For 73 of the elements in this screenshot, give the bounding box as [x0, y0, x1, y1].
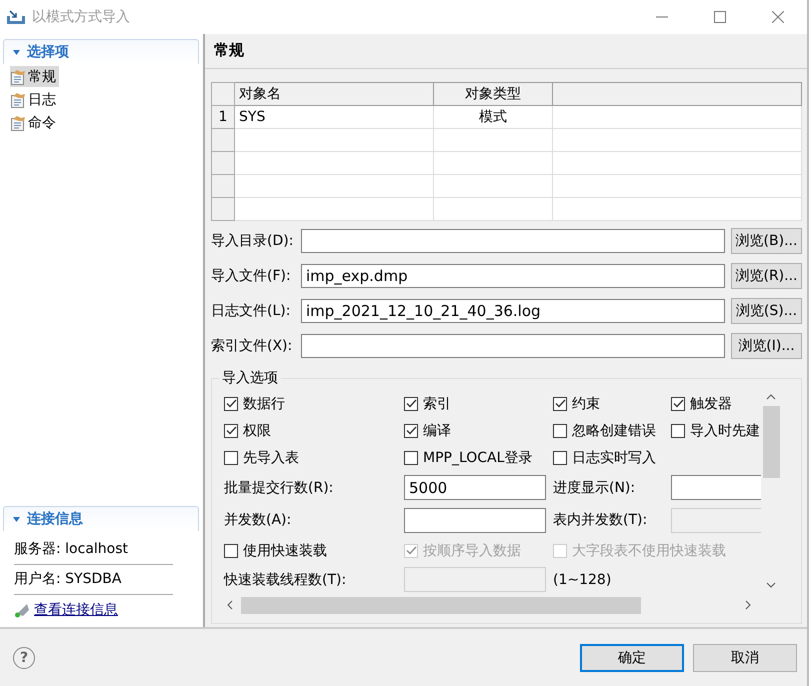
- path-field[interactable]: imp_2021_12_10_21_40_36.log: [301, 299, 725, 323]
- scroll-right-icon: [745, 600, 751, 610]
- checkbox[interactable]: 日志实时写入: [553, 448, 656, 466]
- path-field[interactable]: [301, 229, 725, 253]
- row-header[interactable]: [212, 152, 234, 174]
- column-header[interactable]: 对象类型: [434, 82, 552, 106]
- notepad-icon: [10, 92, 26, 108]
- section-header[interactable]: 选择项: [3, 39, 199, 64]
- checkbox[interactable]: MPP_LOCAL登录: [404, 448, 532, 466]
- path-field[interactable]: [301, 334, 725, 358]
- close-icon: [772, 11, 784, 23]
- satellite-dish-icon: [14, 602, 30, 618]
- input-field[interactable]: 5000: [404, 475, 546, 500]
- checkbox[interactable]: 索引: [404, 394, 451, 412]
- path-field[interactable]: imp_exp.dmp: [301, 264, 725, 288]
- checkmark-icon: [672, 399, 684, 408]
- input-field[interactable]: [404, 508, 546, 532]
- option-label: 批量提交行数(R):: [224, 478, 334, 496]
- checkbox[interactable]: 导入时先建: [671, 422, 760, 440]
- scroll-down-icon: [766, 582, 776, 588]
- notepad-icon: [10, 114, 26, 130]
- checkbox[interactable]: 权限: [224, 422, 271, 440]
- scroll-up-icon: [766, 394, 776, 400]
- browse-button[interactable]: 浏览(B)...: [731, 228, 802, 254]
- row-header[interactable]: 1: [212, 106, 234, 128]
- checkbox[interactable]: 数据行: [224, 394, 285, 412]
- checkbox[interactable]: 先导入表: [224, 448, 299, 466]
- info-text: 用户名: SYSDBA: [14, 565, 173, 595]
- import-icon: [6, 9, 26, 25]
- field-label: 导入文件(F):: [211, 267, 292, 285]
- option-label: 快速装载线程数(T):: [224, 570, 346, 588]
- row-header[interactable]: [212, 174, 234, 198]
- browse-button[interactable]: 浏览(S)...: [731, 298, 802, 324]
- field-label: 日志文件(L):: [211, 302, 292, 320]
- corner-cell: [212, 82, 234, 106]
- checkmark-icon: [406, 426, 416, 435]
- checkmark-icon: [406, 546, 416, 555]
- checkmark-icon: [226, 426, 236, 435]
- checkbox[interactable]: 约束: [553, 394, 600, 412]
- column-header[interactable]: 对象名: [234, 82, 434, 106]
- field-label: 导入目录(D):: [211, 232, 294, 250]
- option-label: 进度显示(N):: [553, 478, 636, 496]
- dialog-button[interactable]: 取消: [693, 644, 797, 672]
- checkmark-icon: [554, 399, 566, 408]
- checkbox[interactable]: 忽略创建错误: [553, 422, 656, 440]
- scroll-left-icon: [227, 600, 233, 610]
- row-header[interactable]: [212, 128, 234, 152]
- sidebar-item[interactable]: 日志: [10, 89, 59, 110]
- sidebar-item[interactable]: 常规: [10, 66, 59, 87]
- browse-button[interactable]: 浏览(R)...: [731, 263, 802, 289]
- option-label: 表内并发数(T):: [553, 511, 648, 529]
- table-cell: SYS: [234, 106, 434, 128]
- window-title: 以模式方式导入: [32, 8, 130, 26]
- browse-button[interactable]: 浏览(I)...: [731, 333, 802, 359]
- checkbox[interactable]: 使用快速装载: [224, 542, 327, 560]
- help-button[interactable]: ?: [13, 646, 35, 668]
- checkmark-icon: [406, 399, 416, 408]
- dialog-button[interactable]: 确定: [580, 644, 684, 672]
- section-header[interactable]: 连接信息: [3, 506, 199, 531]
- notepad-icon: [10, 68, 26, 84]
- maximize-icon: [714, 11, 726, 23]
- info-text: 服务器: localhost: [14, 531, 173, 565]
- group-title: 导入选项: [221, 369, 279, 387]
- checkbox[interactable]: 触发器: [671, 394, 732, 412]
- checkmark-icon: [226, 399, 236, 408]
- table-cell: 模式: [434, 106, 552, 128]
- checkbox[interactable]: 编译: [404, 422, 451, 440]
- row-header[interactable]: [212, 198, 234, 220]
- connection-info-link[interactable]: 查看连接信息: [34, 601, 118, 619]
- option-label: (1~128): [553, 572, 612, 588]
- option-label: 并发数(A):: [224, 511, 292, 529]
- sidebar-item[interactable]: 命令: [10, 112, 59, 133]
- field-label: 索引文件(X):: [211, 337, 294, 355]
